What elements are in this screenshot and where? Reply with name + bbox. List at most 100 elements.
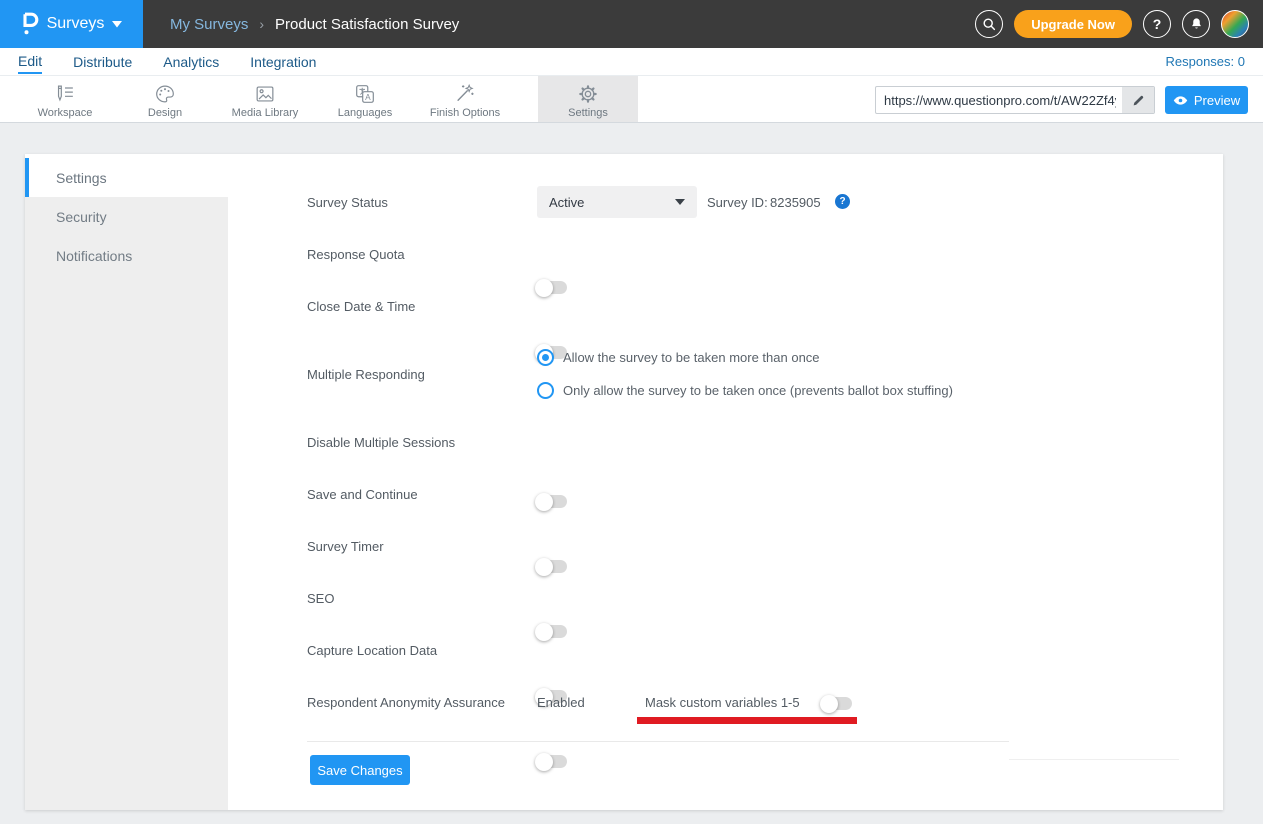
survey-timer-toggle[interactable] xyxy=(537,625,567,638)
capture-location-data-toggle[interactable] xyxy=(537,755,567,768)
sidebar-background xyxy=(25,197,228,810)
sidebar-item-security[interactable]: Security xyxy=(25,197,228,236)
toolbar-label: Workspace xyxy=(38,107,93,119)
survey-status-label: Survey Status xyxy=(307,195,388,210)
response-quota-toggle[interactable] xyxy=(537,281,567,294)
workspace-icon xyxy=(52,82,78,106)
toolbar-label: Settings xyxy=(568,107,608,119)
toggle-knob xyxy=(535,623,553,641)
capture-location-data-label: Capture Location Data xyxy=(307,643,437,658)
mask-custom-variables-toggle[interactable] xyxy=(822,697,852,710)
toolbar-label: Languages xyxy=(338,107,392,119)
select-caret-icon xyxy=(675,199,685,205)
breadcrumb-separator: › xyxy=(259,16,264,32)
languages-icon: A xyxy=(352,82,378,106)
sidebar-item-label: Settings xyxy=(56,170,107,186)
design-icon xyxy=(152,82,178,106)
page-title: Product Satisfaction Survey xyxy=(275,16,459,33)
survey-url-field xyxy=(875,86,1155,114)
survey-status-value: Active xyxy=(549,195,584,210)
breadcrumb: My Surveys › Product Satisfaction Survey xyxy=(170,16,459,33)
sidebar-item-settings[interactable]: Settings xyxy=(25,158,228,197)
pencil-icon xyxy=(1132,94,1145,107)
save-and-continue-label: Save and Continue xyxy=(307,487,418,502)
survey-timer-label: Survey Timer xyxy=(307,539,384,554)
settings-sidebar: Settings Security Notifications xyxy=(25,154,228,810)
survey-status-select[interactable]: Active xyxy=(537,186,697,218)
edit-toolbar: Workspace Design Media Library xyxy=(0,76,1263,123)
toggle-knob xyxy=(535,279,553,297)
settings-icon xyxy=(575,82,601,106)
search-icon xyxy=(981,16,997,32)
disable-multiple-sessions-label: Disable Multiple Sessions xyxy=(307,435,455,450)
survey-id-value: 8235905 xyxy=(770,195,821,210)
section-divider-secondary xyxy=(1009,759,1179,760)
preview-button[interactable]: Preview xyxy=(1165,86,1248,114)
help-button[interactable]: ? xyxy=(1143,10,1171,38)
media-library-icon xyxy=(252,82,278,106)
section-divider xyxy=(307,741,1009,742)
upgrade-now-button[interactable]: Upgrade Now xyxy=(1014,10,1132,38)
settings-card: Settings Security Notifications Survey S… xyxy=(25,154,1223,810)
question-mark-icon: ? xyxy=(1153,16,1162,32)
survey-url-input[interactable] xyxy=(876,93,1122,108)
toolbar-label: Media Library xyxy=(232,107,299,119)
toolbar-item-workspace[interactable]: Workspace xyxy=(15,76,115,122)
sidebar-item-notifications[interactable]: Notifications xyxy=(25,236,228,275)
header-actions: Upgrade Now ? xyxy=(975,0,1249,48)
toggle-knob xyxy=(535,558,553,576)
radio-option-only-once[interactable]: Only allow the survey to be taken once (… xyxy=(537,382,953,399)
close-date-time-label: Close Date & Time xyxy=(307,299,415,314)
disable-multiple-sessions-toggle[interactable] xyxy=(537,495,567,508)
radio-option-more-than-once[interactable]: Allow the survey to be taken more than o… xyxy=(537,349,820,366)
response-quota-label: Response Quota xyxy=(307,247,405,262)
breadcrumb-my-surveys[interactable]: My Surveys xyxy=(170,16,248,33)
product-name: Surveys xyxy=(47,15,105,33)
toolbar-item-languages[interactable]: A Languages xyxy=(315,76,415,122)
eye-icon xyxy=(1173,95,1188,106)
tab-edit[interactable]: Edit xyxy=(18,49,42,74)
tab-distribute[interactable]: Distribute xyxy=(73,50,132,73)
toolbar-item-design[interactable]: Design xyxy=(115,76,215,122)
toggle-knob xyxy=(535,753,553,771)
seo-label: SEO xyxy=(307,591,334,606)
respondent-anonymity-label: Respondent Anonymity Assurance xyxy=(307,695,505,710)
product-switcher[interactable]: Surveys xyxy=(0,0,143,48)
anonymity-status: Enabled xyxy=(537,695,585,710)
finish-options-icon xyxy=(452,82,478,106)
survey-id-help-icon[interactable]: ? xyxy=(835,194,850,209)
sidebar-item-label: Notifications xyxy=(56,248,132,264)
multiple-responding-label: Multiple Responding xyxy=(307,367,425,382)
bell-icon xyxy=(1189,16,1204,32)
red-highlight-bar xyxy=(637,717,857,724)
survey-id-label: Survey ID: xyxy=(707,195,768,210)
chevron-down-icon xyxy=(112,21,122,28)
radio-option-label: Allow the survey to be taken more than o… xyxy=(563,350,820,365)
toggle-knob xyxy=(535,493,553,511)
save-and-continue-toggle[interactable] xyxy=(537,560,567,573)
mask-custom-variables-label: Mask custom variables 1-5 xyxy=(645,695,800,710)
toolbar-item-settings[interactable]: Settings xyxy=(538,76,638,122)
responses-count[interactable]: Responses: 0 xyxy=(1166,54,1246,69)
notifications-button[interactable] xyxy=(1182,10,1210,38)
app-header: Surveys My Surveys › Product Satisfactio… xyxy=(0,0,1263,48)
user-avatar[interactable] xyxy=(1221,10,1249,38)
radio-unchecked-icon[interactable] xyxy=(537,382,554,399)
radio-checked-icon[interactable] xyxy=(537,349,554,366)
save-changes-button[interactable]: Save Changes xyxy=(310,755,410,785)
tab-integration[interactable]: Integration xyxy=(250,50,316,73)
sidebar-item-label: Security xyxy=(56,209,107,225)
radio-option-label: Only allow the survey to be taken once (… xyxy=(563,383,953,398)
questionpro-logo-icon xyxy=(21,12,39,36)
toolbar-item-finish-options[interactable]: Finish Options xyxy=(415,76,515,122)
search-button[interactable] xyxy=(975,10,1003,38)
toolbar-label: Finish Options xyxy=(430,107,500,119)
survey-nav: Edit Distribute Analytics Integration Re… xyxy=(0,48,1263,76)
preview-label: Preview xyxy=(1194,93,1240,108)
toolbar-label: Design xyxy=(148,107,182,119)
toolbar-item-media-library[interactable]: Media Library xyxy=(215,76,315,122)
svg-text:A: A xyxy=(365,92,371,102)
tab-analytics[interactable]: Analytics xyxy=(163,50,219,73)
toggle-knob xyxy=(820,695,838,713)
edit-url-button[interactable] xyxy=(1122,86,1154,114)
